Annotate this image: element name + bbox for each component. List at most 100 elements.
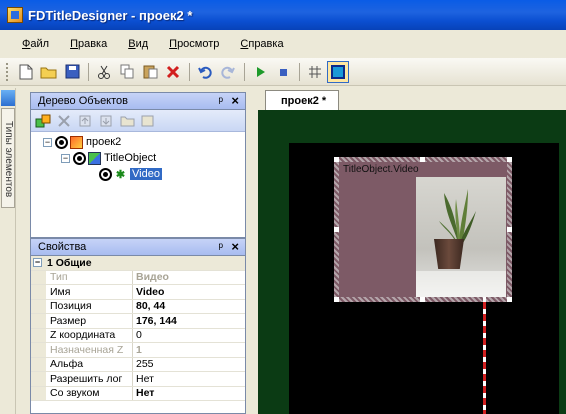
open-file-icon[interactable] — [119, 113, 135, 129]
property-row[interactable]: Позиция 80, 44 — [31, 299, 245, 314]
move-down-icon[interactable] — [98, 113, 114, 129]
menu-preview[interactable]: Просмотр — [169, 38, 219, 50]
menu-edit[interactable]: Правка — [70, 38, 107, 50]
video-object[interactable]: TitleObject.Video — [334, 157, 512, 302]
copy-icon[interactable] — [116, 61, 138, 83]
resize-handle[interactable] — [334, 297, 339, 302]
property-row[interactable]: Тип Видео — [31, 270, 245, 285]
visibility-eye-icon[interactable] — [73, 151, 86, 165]
toolbox-icon[interactable] — [1, 90, 15, 106]
resize-handle[interactable] — [334, 157, 339, 162]
property-value[interactable]: Нет — [133, 373, 245, 385]
property-value: Видео — [136, 271, 169, 284]
properties-icon[interactable] — [140, 113, 156, 129]
undo-icon[interactable] — [194, 61, 216, 83]
property-row[interactable]: Имя Video — [31, 285, 245, 300]
window-title: FDTitleDesigner - проек2 * — [28, 7, 193, 23]
save-icon[interactable] — [61, 61, 83, 83]
visibility-eye-icon[interactable] — [99, 167, 112, 181]
redo-icon[interactable] — [217, 61, 239, 83]
properties-panel: Свойства ᵖ × − 1 Общие Тип Видео Имя Video П… — [30, 238, 246, 414]
menu-view[interactable]: Вид — [128, 38, 148, 50]
toolbar-separator — [189, 62, 190, 81]
cut-icon[interactable] — [93, 61, 115, 83]
play-icon[interactable] — [249, 61, 271, 83]
visibility-eye-icon[interactable] — [55, 135, 68, 149]
resize-handle[interactable] — [507, 297, 512, 302]
remove-object-icon[interactable] — [56, 113, 72, 129]
tree-node-video[interactable]: ✱ Video — [99, 166, 162, 182]
property-value: 1 — [136, 343, 142, 356]
close-icon[interactable]: × — [231, 239, 239, 254]
add-object-icon[interactable] — [35, 113, 51, 129]
move-up-icon[interactable] — [77, 113, 93, 129]
property-value[interactable]: 0 — [133, 329, 245, 341]
tree-toolbar — [31, 110, 245, 132]
property-name: Z координата — [31, 328, 133, 342]
property-grid: Тип Видео Имя Video Позиция 80, 44 Размер 176, … — [31, 270, 245, 401]
video-icon: ✱ — [115, 168, 126, 181]
menu-file[interactable]: Файл — [22, 38, 49, 50]
property-value[interactable]: 255 — [133, 358, 245, 370]
property-name: Имя — [31, 285, 133, 299]
element-types-tab[interactable]: Типы элементов — [1, 108, 15, 208]
new-file-icon[interactable] — [15, 61, 37, 83]
property-name: Тип — [31, 270, 133, 284]
grid-icon[interactable] — [304, 61, 326, 83]
toolbar-separator — [88, 62, 89, 81]
menu-help[interactable]: Справка — [240, 38, 283, 50]
app-icon — [7, 7, 23, 23]
paste-icon[interactable] — [139, 61, 161, 83]
collapse-icon[interactable]: − — [33, 258, 42, 268]
object-tree-panel: Дерево Объектов ᵖ × − проек2 − TitleObje… — [30, 92, 246, 238]
close-icon[interactable]: × — [231, 93, 239, 108]
property-value[interactable]: Video — [133, 286, 245, 298]
object-tree: − проек2 − TitleObject ✱ Video — [31, 132, 245, 222]
property-row[interactable]: Размер 176, 144 — [31, 314, 245, 329]
tree-node-label-selected: Video — [130, 168, 162, 180]
main-toolbar — [0, 58, 566, 86]
resize-handle[interactable] — [507, 157, 512, 162]
delete-icon[interactable] — [162, 61, 184, 83]
pot-image — [434, 239, 464, 269]
property-value[interactable]: 80, 44 — [133, 300, 245, 312]
property-row[interactable]: Альфа 255 — [31, 357, 245, 372]
toolbar-grip[interactable] — [6, 62, 9, 81]
video-preview — [416, 177, 506, 297]
resize-handle[interactable] — [420, 297, 425, 302]
title-object-icon — [88, 151, 101, 165]
pin-icon[interactable]: ᵖ — [218, 240, 223, 254]
property-row[interactable]: Разрешить лог Нет — [31, 372, 245, 387]
motion-path-line[interactable] — [483, 297, 486, 414]
project-icon — [70, 135, 83, 149]
pin-icon[interactable]: ᵖ — [218, 94, 223, 108]
tree-node-title-object[interactable]: − TitleObject — [61, 150, 156, 166]
property-row[interactable]: Со звуком Нет — [31, 386, 245, 401]
toolbar-separator — [244, 62, 245, 81]
stop-icon[interactable] — [272, 61, 294, 83]
resize-handle[interactable] — [420, 157, 425, 162]
collapse-icon[interactable]: − — [43, 137, 52, 147]
tree-node-label: TitleObject — [104, 152, 157, 164]
tree-node-label: проек2 — [86, 136, 122, 148]
resize-handle[interactable] — [507, 227, 512, 232]
menu-bar: Файл Правка Вид Просмотр Справка — [0, 30, 566, 58]
properties-header: Свойства ᵖ × — [31, 239, 245, 256]
video-floor — [416, 271, 506, 297]
document-tab[interactable]: проек2 * — [265, 90, 339, 110]
property-value[interactable]: 176, 144 — [133, 315, 245, 327]
object-tree-title: Дерево Объектов — [38, 95, 128, 107]
collapse-icon[interactable]: − — [61, 153, 70, 163]
safe-area-icon[interactable] — [327, 60, 349, 83]
property-row[interactable]: Назначенная Z1 — [31, 343, 245, 358]
resize-handle[interactable] — [334, 227, 339, 232]
tree-node-project[interactable]: − проек2 — [43, 134, 121, 150]
property-row[interactable]: Z координата 0 — [31, 328, 245, 343]
property-name: Позиция — [31, 299, 133, 313]
open-folder-icon[interactable] — [38, 61, 60, 83]
property-name: Альфа — [31, 357, 133, 371]
left-tab-strip: Типы элементов — [0, 88, 16, 414]
property-category[interactable]: − 1 Общие — [31, 256, 245, 271]
property-value[interactable]: Нет — [133, 387, 245, 399]
title-bar[interactable]: FDTitleDesigner - проек2 * — [0, 0, 566, 30]
